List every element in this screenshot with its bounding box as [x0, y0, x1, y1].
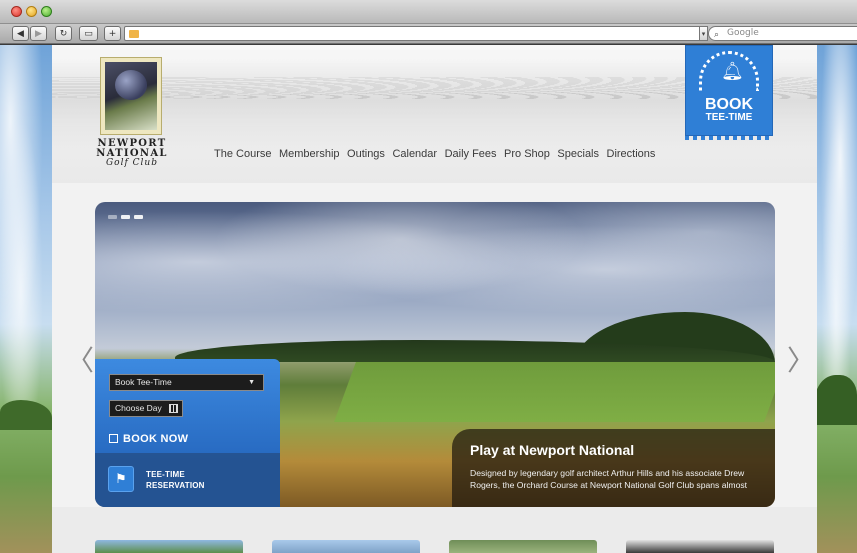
search-input[interactable]: ⌕ Google: [708, 26, 857, 41]
nav-item-directions[interactable]: Directions: [607, 148, 656, 160]
feature-thumbnail[interactable]: [95, 540, 243, 553]
folder-icon: [129, 30, 139, 38]
logo-subtitle: Golf Club: [105, 158, 158, 168]
nav-item-membership[interactable]: Membership: [279, 148, 340, 160]
window-icon: ▭: [84, 28, 93, 39]
browser-toolbar: ◀ ▶ ↻ ▭ + ▾ ⌕ Google: [0, 24, 857, 44]
slider-dot[interactable]: [108, 215, 117, 219]
nav-item-the-course[interactable]: The Course: [214, 148, 271, 160]
back-arrow-icon: ◀: [17, 28, 24, 39]
book-tee-time-badge[interactable]: 🔔︎ BOOK TEE-TIME: [685, 45, 773, 140]
nav-item-specials[interactable]: Specials: [557, 148, 599, 160]
bell-icon: 🔔︎: [721, 61, 744, 82]
logo-wordmark[interactable]: NEWPORT NATIONAL: [88, 139, 176, 159]
book-badge-line1: BOOK: [705, 96, 753, 113]
calendar-icon[interactable]: [169, 404, 178, 413]
window-titlebar: [0, 0, 857, 24]
feature-thumbnails: [52, 507, 817, 553]
back-button[interactable]: ◀: [12, 26, 29, 41]
page-viewport: NEWPORT NATIONAL Golf Club The Course Me…: [0, 45, 857, 553]
add-bookmark-button[interactable]: +: [104, 26, 121, 41]
reload-button[interactable]: ↻: [55, 26, 72, 41]
chevron-down-icon: ▼: [248, 379, 255, 386]
reservation-line2: RESERVATION: [146, 481, 205, 490]
chevron-right-icon: 〉: [787, 344, 816, 377]
slider-dot[interactable]: [134, 215, 143, 219]
choose-day-field[interactable]: Choose Day: [109, 400, 183, 417]
book-badge-line2: TEE-TIME: [705, 112, 753, 123]
site-container: NEWPORT NATIONAL Golf Club The Course Me…: [52, 45, 817, 553]
tee-time-select[interactable]: Book Tee-Time ▼: [109, 374, 264, 391]
nav-item-outings[interactable]: Outings: [347, 148, 385, 160]
slider-dot[interactable]: [121, 215, 130, 219]
hero-fairway: [334, 362, 775, 422]
edit-icon: [109, 434, 118, 443]
book-now-button[interactable]: BOOK NOW: [109, 433, 188, 445]
slider-prev-button[interactable]: 〈: [66, 347, 94, 375]
background-clouds-right: [815, 45, 857, 425]
reservation-line1: TEE-TIME: [146, 470, 185, 479]
hero-title: Play at Newport National: [470, 442, 635, 458]
hero-description: Designed by legendary golf architect Art…: [470, 467, 765, 491]
golf-flag-icon[interactable]: ⚑: [108, 466, 134, 492]
tee-time-select-value: Book Tee-Time: [115, 377, 172, 387]
nav-item-pro-shop[interactable]: Pro Shop: [504, 148, 550, 160]
site-header: NEWPORT NATIONAL Golf Club The Course Me…: [52, 45, 817, 183]
hero-caption: Play at Newport National Designed by leg…: [452, 429, 775, 507]
choose-day-value: Choose Day: [115, 403, 162, 413]
address-bar[interactable]: [124, 26, 702, 41]
chevron-down-icon: ▾: [701, 29, 706, 38]
main-nav: The Course Membership Outings Calendar D…: [214, 148, 663, 160]
hero-slider: Book Tee-Time ▼ Choose Day BOOK NOW ⚑ TE…: [95, 202, 775, 507]
hero-body-line2: Rogers, the Orchard Course at Newport Na…: [470, 480, 748, 490]
close-window-button[interactable]: [11, 6, 22, 17]
forward-button[interactable]: ▶: [30, 26, 47, 41]
tee-time-reservation-link[interactable]: TEE-TIME RESERVATION: [146, 469, 205, 491]
slider-next-button[interactable]: 〉: [787, 347, 815, 375]
nav-item-calendar[interactable]: Calendar: [392, 148, 437, 160]
zoom-window-button[interactable]: [41, 6, 52, 17]
slider-pagination: [108, 215, 143, 219]
feature-thumbnail[interactable]: [626, 540, 774, 553]
feature-thumbnail[interactable]: [449, 540, 597, 553]
snapback-button[interactable]: ▭: [79, 26, 98, 41]
background-clouds-left: [0, 45, 52, 425]
search-icon: ⌕: [714, 30, 720, 40]
reload-icon: ↻: [59, 28, 68, 39]
minimize-window-button[interactable]: [26, 6, 37, 17]
logo-crest-icon: [105, 62, 157, 130]
address-dropdown-button[interactable]: ▾: [699, 26, 708, 41]
book-now-label: BOOK NOW: [123, 433, 189, 445]
search-placeholder: Google: [727, 28, 759, 38]
nav-item-daily-fees[interactable]: Daily Fees: [445, 148, 497, 160]
feature-thumbnail[interactable]: [272, 540, 420, 553]
hero-body-line1: Designed by legendary golf architect Art…: [470, 468, 745, 478]
background-trees-right: [815, 375, 857, 425]
plus-icon: +: [108, 28, 117, 39]
chevron-left-icon: 〈: [66, 344, 95, 377]
forward-arrow-icon: ▶: [35, 28, 42, 39]
club-logo[interactable]: [100, 57, 162, 135]
booking-panel: Book Tee-Time ▼ Choose Day BOOK NOW ⚑ TE…: [95, 359, 280, 507]
